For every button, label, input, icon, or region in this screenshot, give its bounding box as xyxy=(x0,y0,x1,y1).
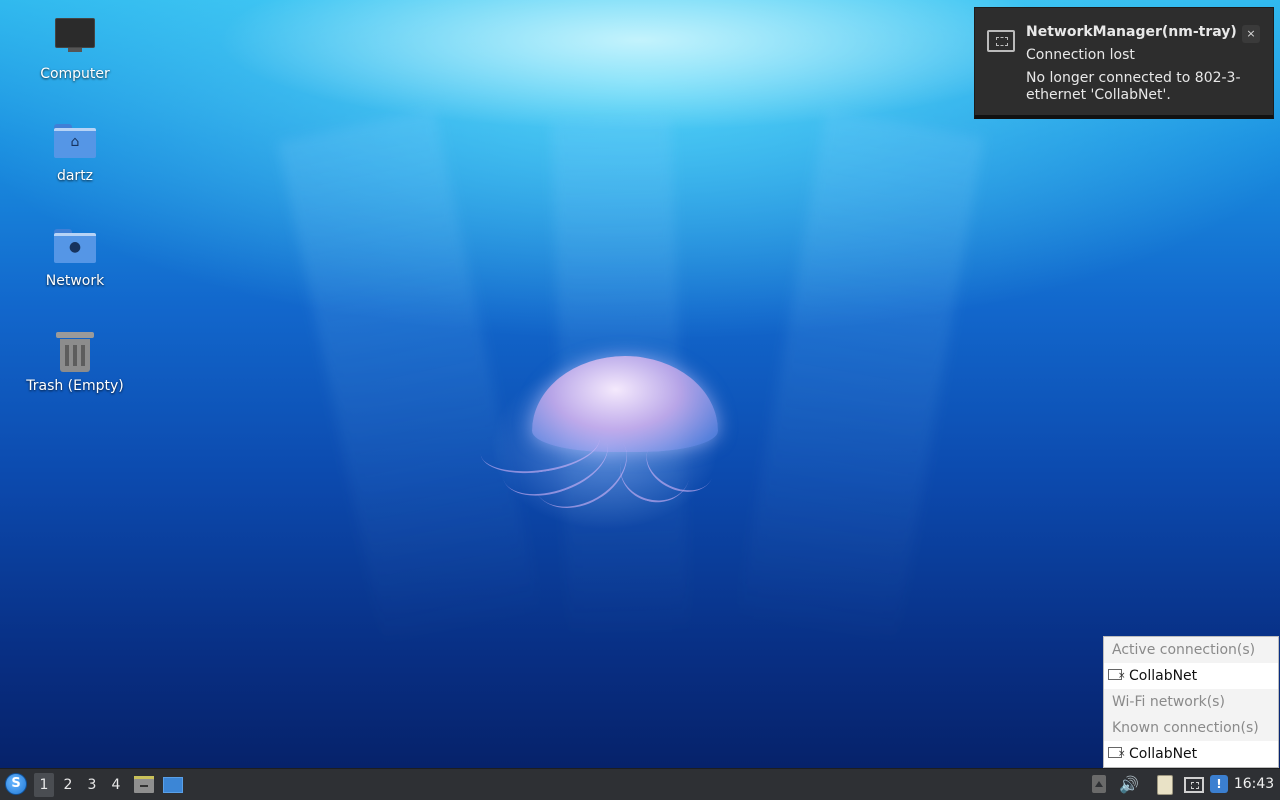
jellyfish-wallpaper-image xyxy=(470,350,740,550)
notification-body: No longer connected to 802-3-ethernet 'C… xyxy=(1026,70,1241,103)
workspace-1-button[interactable]: 1 xyxy=(34,773,54,797)
menu-item-known-connection[interactable]: CollabNet xyxy=(1104,741,1278,767)
notification-close-button[interactable]: × xyxy=(1242,25,1260,43)
desktop-icon-label: dartz xyxy=(56,168,94,184)
start-menu-button[interactable]: S xyxy=(5,773,27,795)
home-folder-icon: ⌂ xyxy=(54,124,96,158)
taskbar: S 1 2 3 4 🔊 ! 16:43 xyxy=(0,768,1280,800)
menu-header-active-connections: Active connection(s) xyxy=(1112,642,1256,658)
desktop-icon-label: Network xyxy=(45,273,105,289)
menu-header-wifi-networks: Wi-Fi network(s) xyxy=(1112,694,1225,710)
workspace-4-button[interactable]: 4 xyxy=(106,773,126,797)
menu-item-label: CollabNet xyxy=(1129,668,1198,684)
show-desktop-icon[interactable] xyxy=(163,777,183,793)
ethernet-disconnected-icon xyxy=(1108,747,1126,759)
trash-icon xyxy=(56,332,94,372)
ethernet-icon xyxy=(987,30,1015,52)
workspace-2-button[interactable]: 2 xyxy=(58,773,78,797)
desktop-icon-trash[interactable]: Trash (Empty) xyxy=(20,332,130,394)
file-manager-launcher-icon[interactable] xyxy=(134,776,154,793)
desktop-icon-computer[interactable]: Computer xyxy=(20,18,130,82)
network-tray-icon[interactable] xyxy=(1184,777,1204,793)
notification-popup[interactable]: NetworkManager(nm-tray) Connection lost … xyxy=(974,7,1274,119)
notification-app-name: NetworkManager(nm-tray) xyxy=(1026,24,1237,40)
desktop-icon-label: Trash (Empty) xyxy=(26,378,124,394)
network-folder-icon: ● xyxy=(54,229,96,263)
workspace-3-button[interactable]: 3 xyxy=(82,773,102,797)
notification-summary: Connection lost xyxy=(1026,47,1135,63)
clock[interactable]: 16:43 xyxy=(1232,769,1276,800)
desktop-icon-label: Computer xyxy=(40,66,110,82)
menu-item-active-connection[interactable]: CollabNet xyxy=(1104,663,1278,689)
clipboard-icon[interactable] xyxy=(1157,775,1173,795)
volume-icon[interactable]: 🔊 xyxy=(1119,775,1139,795)
menu-item-label: CollabNet xyxy=(1129,746,1198,762)
network-menu: Active connection(s) CollabNet Wi-Fi net… xyxy=(1103,636,1279,768)
light-ray xyxy=(736,110,984,650)
computer-icon xyxy=(55,18,95,52)
desktop-icon-home[interactable]: ⌂ dartz xyxy=(20,124,130,184)
tray-eject-icon[interactable] xyxy=(1092,775,1106,793)
desktop-icon-network[interactable]: ● Network xyxy=(20,229,130,289)
ethernet-disconnected-icon xyxy=(1108,669,1126,681)
menu-header-known-connections: Known connection(s) xyxy=(1112,720,1259,736)
update-notifier-icon[interactable]: ! xyxy=(1210,775,1228,793)
